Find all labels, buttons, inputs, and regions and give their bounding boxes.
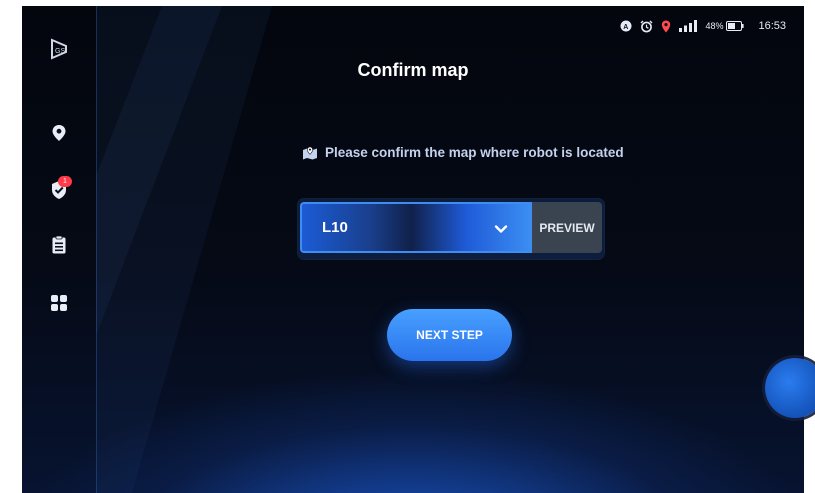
apps-grid-icon[interactable]	[48, 292, 70, 314]
clock-time: 16:53	[758, 20, 786, 32]
clipboard-icon[interactable]	[48, 234, 70, 256]
svg-text:A: A	[624, 24, 629, 31]
signal-icon	[679, 20, 698, 32]
battery-icon	[726, 21, 745, 31]
brand-logo-icon[interactable]: GS	[48, 38, 70, 60]
preview-button[interactable]: PREVIEW	[532, 202, 602, 253]
svg-text:GS: GS	[55, 48, 65, 55]
selected-map-value: L10	[322, 219, 348, 236]
a-circle-icon: A	[620, 20, 632, 32]
next-step-button[interactable]: NEXT STEP	[387, 309, 512, 361]
location-pin-icon	[661, 20, 671, 33]
battery-indicator: 48%	[705, 21, 745, 31]
notification-badge: 1	[58, 176, 72, 187]
chevron-down-icon	[494, 221, 508, 239]
map-icon	[302, 146, 318, 160]
map-prompt: Please confirm the map where robot is lo…	[302, 145, 624, 160]
alarm-clock-icon	[640, 20, 653, 33]
status-bar: A 48% 16:53	[620, 18, 786, 34]
app-screen: GS 1 A 48% 16:53 Confirm map Please conf…	[22, 6, 804, 493]
location-pin-icon[interactable]	[48, 122, 70, 144]
map-select-dropdown[interactable]: L10	[300, 202, 532, 253]
battery-percent: 48%	[705, 21, 724, 31]
page-title: Confirm map	[357, 60, 469, 80]
prompt-text: Please confirm the map where robot is lo…	[325, 145, 624, 160]
